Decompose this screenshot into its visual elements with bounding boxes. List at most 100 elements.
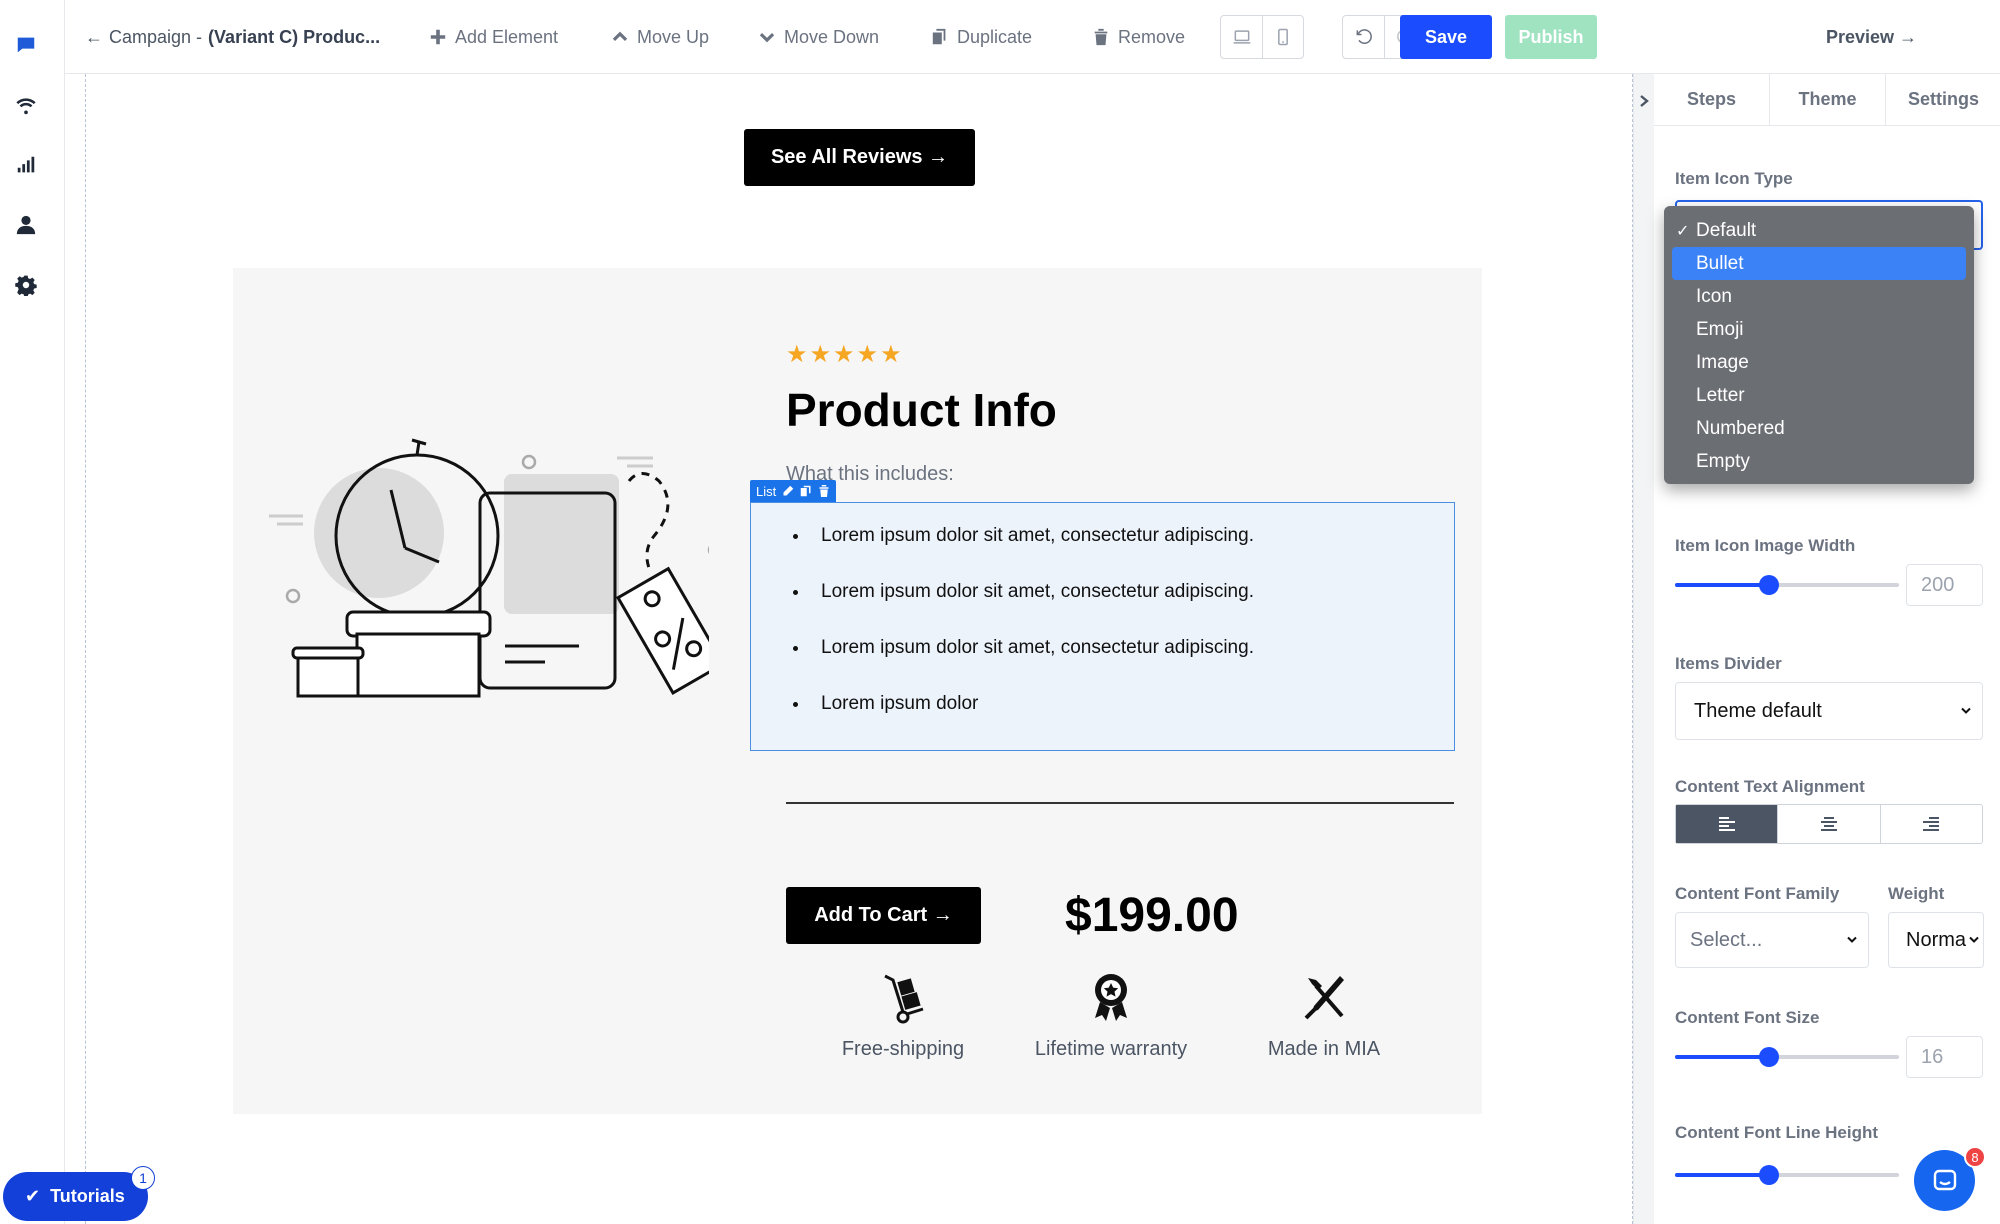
content-font-line-height-label: Content Font Line Height	[1675, 1123, 1879, 1142]
wifi-icon[interactable]	[13, 92, 39, 118]
list-item-text: Lorem ipsum dolor sit amet, consectetur …	[821, 525, 1254, 546]
feature-label: Lifetime warranty	[1034, 1038, 1188, 1060]
copy-icon[interactable]	[800, 485, 812, 497]
slider-handle[interactable]	[1759, 575, 1780, 595]
list-item-text: Lorem ipsum dolor	[821, 693, 979, 714]
move-up-label: Move Up	[637, 26, 710, 47]
feature-lifetime-warranty[interactable]: Lifetime warranty	[1021, 972, 1201, 1061]
gear-icon[interactable]	[13, 272, 39, 298]
item-icon-image-width-slider[interactable]	[1675, 575, 1899, 595]
move-down-button[interactable]: Move Down	[758, 0, 879, 74]
campaign-title: (Variant C) Produc...	[208, 26, 381, 47]
top-toolbar: ← Campaign - (Variant C) Produc... Add E…	[65, 0, 2000, 74]
list-item[interactable]: Lorem ipsum dolor	[793, 693, 978, 715]
dropdown-option-label: Image	[1696, 351, 1749, 373]
content-font-line-height-slider[interactable]	[1675, 1165, 1899, 1185]
award-ribbon-icon	[1095, 974, 1127, 1021]
save-button[interactable]: Save	[1400, 15, 1492, 59]
move-down-label: Move Down	[784, 26, 880, 47]
chevron-right-icon[interactable]	[1637, 94, 1651, 113]
dropdown-option-image[interactable]: Image	[1672, 346, 1966, 379]
item-icon-type-label: Item Icon Type	[1675, 169, 1793, 188]
align-left-button[interactable]	[1676, 805, 1779, 843]
desktop-view-button[interactable]	[1221, 16, 1262, 58]
list-item[interactable]: Lorem ipsum dolor sit amet, consectetur …	[793, 637, 1254, 659]
publish-button[interactable]: Publish	[1505, 15, 1597, 59]
item-icon-type-dropdown: ✓ Default Bullet Icon Emoji Image Letter Number…	[1664, 206, 1974, 484]
content-font-size-label: Content Font Size	[1675, 1008, 1820, 1027]
feature-label: Free-shipping	[841, 1038, 965, 1060]
chevron-down-icon	[759, 32, 775, 43]
add-element-button[interactable]: Add Element	[429, 0, 558, 74]
device-toggle	[1220, 15, 1304, 59]
list-item[interactable]: Lorem ipsum dolor sit amet, consectetur …	[793, 581, 1254, 603]
panel-collapse-strip[interactable]	[1634, 74, 1654, 1224]
remove-button[interactable]: Remove	[1092, 0, 1185, 74]
tab-theme[interactable]: Theme	[1770, 74, 1886, 125]
see-all-reviews-button[interactable]: See All Reviews →	[744, 129, 975, 186]
hand-truck-icon	[884, 974, 924, 1024]
align-center-button[interactable]	[1778, 805, 1881, 843]
content-font-family-label: Content Font Family	[1675, 884, 1840, 903]
dropdown-option-numbered[interactable]: Numbered	[1672, 412, 1966, 445]
settings-panel: Steps Theme Settings Item Icon Type Item…	[1633, 74, 2000, 1224]
dropdown-option-icon[interactable]: Icon	[1672, 280, 1966, 313]
tutorials-label: Tutorials	[50, 1186, 125, 1206]
chat-bubble-icon[interactable]	[13, 32, 39, 58]
tab-settings[interactable]: Settings	[1886, 74, 2000, 125]
mobile-view-button[interactable]	[1262, 16, 1303, 58]
tutorials-badge: 1	[131, 1166, 155, 1190]
user-icon[interactable]	[13, 212, 39, 238]
list-item[interactable]: Lorem ipsum dolor sit amet, consectetur …	[793, 525, 1254, 547]
slider-fill	[1675, 583, 1770, 587]
content-font-size-input[interactable]: 16	[1906, 1036, 1983, 1078]
breadcrumb[interactable]: ← Campaign - (Variant C) Produc...	[85, 0, 380, 74]
dropdown-option-label: Letter	[1696, 384, 1745, 406]
slider-handle[interactable]	[1759, 1047, 1780, 1067]
tools-icon	[1304, 976, 1344, 1020]
bullet-icon	[793, 534, 798, 539]
weight-select[interactable]: Norma	[1888, 912, 1984, 968]
slider-handle[interactable]	[1759, 1165, 1780, 1185]
trash-icon[interactable]	[818, 485, 830, 497]
dropdown-option-label: Numbered	[1696, 417, 1785, 439]
align-center-icon	[1820, 817, 1837, 831]
left-rail	[0, 0, 65, 1224]
content-font-family-select[interactable]: Select...	[1675, 912, 1869, 968]
dropdown-option-default[interactable]: ✓ Default	[1672, 214, 1966, 247]
product-price[interactable]: $199.00	[1065, 888, 1239, 943]
content-text-alignment-label: Content Text Alignment	[1675, 777, 1865, 796]
dropdown-option-letter[interactable]: Letter	[1672, 379, 1966, 412]
list-element[interactable]: Lorem ipsum dolor sit amet, consectetur …	[750, 502, 1455, 751]
undo-button[interactable]	[1343, 16, 1384, 58]
rating-stars: ★★★★★	[786, 341, 904, 368]
content-font-size-slider[interactable]	[1675, 1047, 1899, 1067]
section-divider	[786, 802, 1454, 804]
item-icon-image-width-input[interactable]: 200	[1906, 564, 1983, 606]
product-illustration	[269, 438, 709, 698]
product-title[interactable]: Product Info	[786, 383, 1057, 437]
preview-link[interactable]: Preview →	[1826, 0, 1917, 74]
pencil-icon[interactable]	[782, 485, 794, 497]
dropdown-option-bullet[interactable]: Bullet	[1672, 247, 1966, 280]
chevron-down-icon	[1846, 929, 1858, 952]
feature-made-in-mia[interactable]: Made in MIA	[1245, 972, 1403, 1061]
chevron-down-icon	[1960, 700, 1972, 723]
duplicate-button[interactable]: Duplicate	[931, 0, 1032, 74]
move-up-button[interactable]: Move Up	[611, 0, 709, 74]
align-right-icon	[1923, 817, 1940, 831]
product-info-section[interactable]: ★★★★★ Product Info What this includes: L…	[233, 268, 1482, 1114]
align-right-button[interactable]	[1881, 805, 1982, 843]
tutorials-button[interactable]: ✔ Tutorials 1	[3, 1166, 155, 1221]
tab-steps[interactable]: Steps	[1654, 74, 1770, 125]
feature-free-shipping[interactable]: Free-shipping	[831, 972, 975, 1061]
weight-label: Weight	[1888, 884, 1945, 903]
content-font-family-value: Select...	[1690, 928, 1763, 951]
chat-launcher-button[interactable]: 8	[1914, 1146, 1986, 1211]
dropdown-option-emoji[interactable]: Emoji	[1672, 313, 1966, 346]
bar-chart-icon[interactable]	[13, 152, 39, 178]
add-to-cart-button[interactable]: Add To Cart →	[786, 887, 981, 944]
items-divider-select[interactable]: Theme default	[1675, 682, 1983, 740]
dropdown-option-label: Default	[1696, 219, 1757, 241]
dropdown-option-empty[interactable]: Empty	[1672, 445, 1966, 478]
